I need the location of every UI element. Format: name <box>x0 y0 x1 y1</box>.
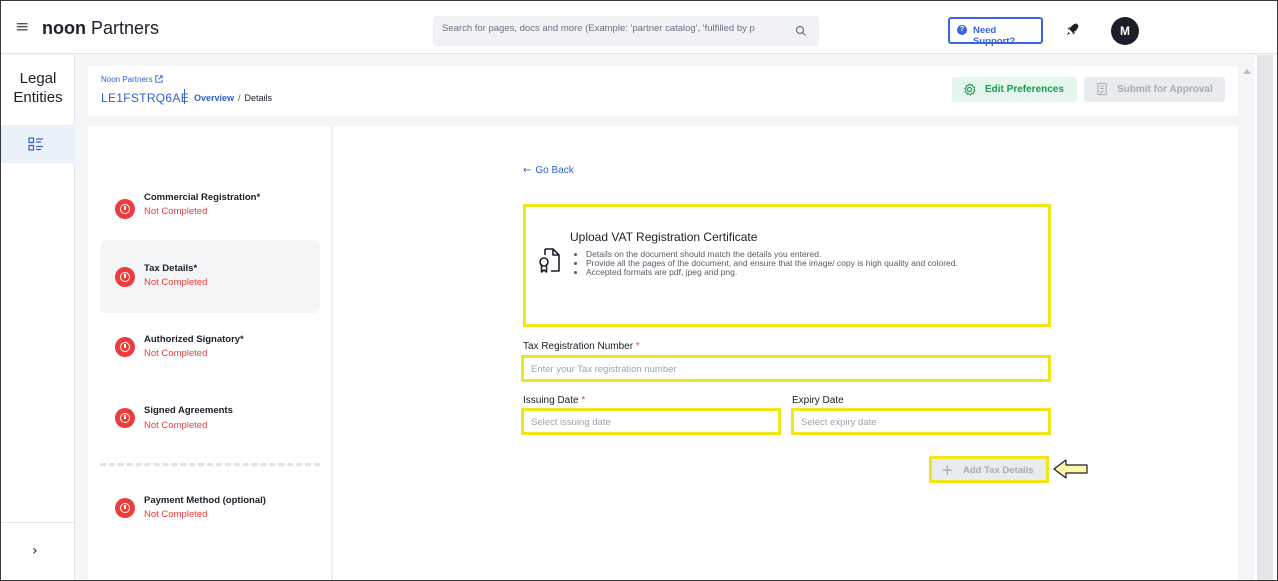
scroll-up-icon[interactable] <box>1243 69 1251 74</box>
submit-for-approval-label: Submit for Approval <box>1117 84 1213 95</box>
trn-label-text: Tax Registration Number <box>523 341 634 352</box>
steps-divider <box>100 463 320 466</box>
user-avatar[interactable]: M <box>1111 17 1139 45</box>
brand-noon: noon <box>42 18 86 38</box>
external-link-icon <box>155 75 163 83</box>
tax-details-form: ← Go Back Upload VAT Registration Certifi… <box>333 126 1238 580</box>
brand-logo[interactable]: noon Partners <box>42 18 159 38</box>
alert-icon <box>115 498 135 518</box>
need-support-button[interactable]: ? Need Support? <box>948 17 1043 47</box>
help-icon: ? <box>957 25 967 35</box>
hamburger-menu-icon[interactable]: ≡ <box>15 19 29 36</box>
step-title: Payment Method (optional) <box>144 495 266 506</box>
step-status: Not Completed <box>144 348 208 359</box>
gear-icon <box>964 83 976 96</box>
breadcrumb-divider <box>184 89 185 104</box>
search-input[interactable] <box>442 23 787 34</box>
content-scrollbar[interactable] <box>1239 55 1254 580</box>
annotation-arrow-icon <box>1053 459 1088 479</box>
chevron-right-icon[interactable]: › <box>32 543 38 559</box>
top-bar: ≡ noon Partners ? Need Support? M <box>1 1 1277 54</box>
breadcrumb-current: Details <box>244 93 273 103</box>
scrollbar-thumb[interactable] <box>1257 55 1273 580</box>
issuing-date-label-text: Issuing Date <box>523 395 579 406</box>
add-tax-details-button[interactable]: + Add Tax Details <box>929 456 1049 483</box>
search-icon[interactable] <box>795 25 807 37</box>
step-status: Not Completed <box>144 277 208 288</box>
left-rail: Legal Entities › <box>1 55 75 580</box>
required-mark: * <box>581 395 586 406</box>
steps-panel: Commercial Registration* Not Completed T… <box>88 126 332 580</box>
issuing-date-input[interactable] <box>531 415 765 429</box>
document-check-icon <box>1097 82 1107 96</box>
list-icon <box>28 137 43 151</box>
alert-icon <box>115 408 135 428</box>
step-tax-details[interactable]: Tax Details* Not Completed <box>100 240 320 313</box>
issuing-date-field[interactable] <box>521 408 781 435</box>
plus-icon: + <box>941 461 954 479</box>
expiry-date-label-text: Expiry Date <box>792 395 844 406</box>
brand-partners: Partners <box>85 18 160 38</box>
go-back-label: Go Back <box>535 165 574 176</box>
upload-notes: Details on the document should match the… <box>586 250 1026 277</box>
breadcrumb-slash: / <box>238 93 241 103</box>
window-scrollbar[interactable] <box>1254 55 1277 580</box>
parent-link-label: Noon Partners <box>101 75 153 84</box>
expiry-date-input[interactable] <box>801 415 1035 429</box>
add-tax-details-label: Add Tax Details <box>963 465 1034 476</box>
upload-title: Upload VAT Registration Certificate <box>570 230 758 244</box>
app-window: ≡ noon Partners ? Need Support? M L <box>0 0 1278 581</box>
rail-title: Legal Entities <box>13 70 63 106</box>
arrow-left-icon: ← <box>523 165 532 176</box>
rail-item-details[interactable] <box>1 125 75 163</box>
step-commercial-registration[interactable]: Commercial Registration* Not Completed <box>100 172 320 245</box>
alert-icon <box>115 267 135 287</box>
rocket-icon <box>1067 23 1079 35</box>
alert-icon <box>115 337 135 357</box>
step-title: Commercial Registration* <box>144 192 261 203</box>
step-title: Signed Agreements <box>144 405 233 416</box>
issuing-date-label: Issuing Date * <box>523 395 585 406</box>
step-title: Tax Details* <box>144 263 198 274</box>
required-mark: * <box>635 341 640 352</box>
step-title: Authorized Signatory* <box>144 334 244 345</box>
submit-for-approval-button[interactable]: Submit for Approval <box>1084 77 1225 102</box>
breadcrumb-overview[interactable]: Overview <box>194 93 234 103</box>
edit-preferences-button[interactable]: Edit Preferences <box>952 77 1077 102</box>
rail-divider <box>1 522 75 523</box>
step-payment-method[interactable]: Payment Method (optional) Not Completed <box>100 476 320 549</box>
step-signed-agreements[interactable]: Signed Agreements Not Completed <box>100 386 320 459</box>
entity-id: LE1FSTRQ6AE <box>101 91 189 105</box>
step-authorized-signatory[interactable]: Authorized Signatory* Not Completed <box>100 314 320 387</box>
rocket-button[interactable] <box>1059 15 1087 43</box>
step-status: Not Completed <box>144 509 208 520</box>
edit-preferences-label: Edit Preferences <box>985 84 1064 95</box>
trn-label: Tax Registration Number * <box>523 341 640 352</box>
step-status: Not Completed <box>144 420 208 431</box>
step-status: Not Completed <box>144 206 208 217</box>
global-search[interactable] <box>433 16 819 46</box>
breadcrumb: Overview / Details <box>194 93 272 103</box>
need-support-label: Need Support? <box>973 25 1016 47</box>
alert-icon <box>115 199 135 219</box>
upload-dropzone[interactable]: Upload VAT Registration Certificate Deta… <box>523 204 1051 327</box>
expiry-date-label: Expiry Date <box>792 395 844 406</box>
upload-note: Accepted formats are pdf, jpeg and png. <box>586 268 1026 277</box>
page-header: Noon Partners LE1FSTRQ6AE Overview / Detai… <box>88 66 1238 116</box>
trn-field[interactable] <box>521 355 1051 382</box>
go-back-link[interactable]: ← Go Back <box>523 165 574 176</box>
trn-input[interactable] <box>531 362 1014 376</box>
expiry-date-field[interactable] <box>791 408 1051 435</box>
certificate-document-icon <box>539 248 560 273</box>
parent-link[interactable]: Noon Partners <box>101 75 163 84</box>
